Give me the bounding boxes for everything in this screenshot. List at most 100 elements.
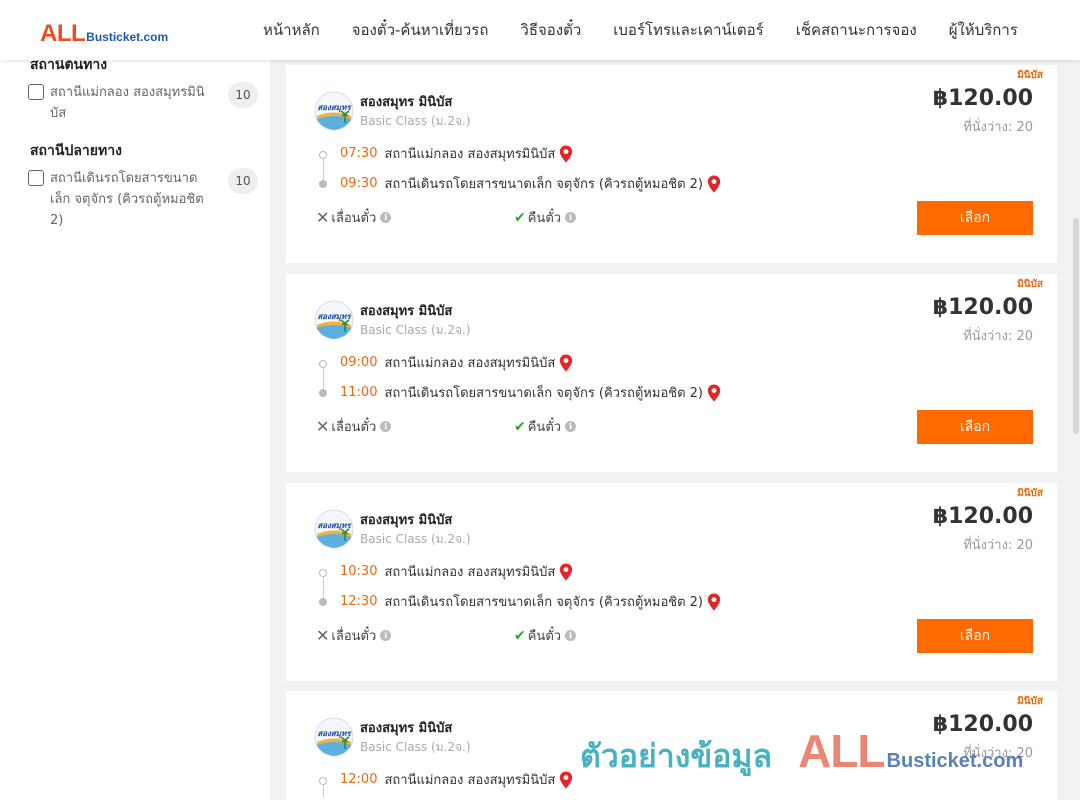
- logo-all-text: ALL: [40, 20, 86, 47]
- refund-policy: ✔ คืนตั๋ว i: [514, 416, 577, 437]
- bus-class: Basic Class (ม.2จ.): [360, 114, 471, 128]
- map-pin-icon[interactable]: [707, 593, 721, 611]
- select-trip-button[interactable]: เลือก: [917, 201, 1033, 235]
- info-icon[interactable]: i: [565, 630, 577, 641]
- operator-logo-icon: สองสมุทร: [314, 509, 354, 549]
- info-icon[interactable]: i: [565, 421, 577, 432]
- arrival-station: สถานีเดินรถโดยสารขนาดเล็ก จตุจักร (คิวรถ…: [384, 595, 703, 610]
- operator-name: สองสมุทร มินิบัส: [360, 95, 453, 110]
- departure-time: 12:00: [340, 772, 378, 787]
- operator-name: สองสมุทร มินิบัส: [360, 721, 453, 736]
- info-icon[interactable]: i: [380, 212, 392, 223]
- scrollbar-thumb[interactable]: [1073, 218, 1079, 434]
- refund-label: คืนตั๋ว: [527, 420, 562, 435]
- change-ticket-label: เลื่อนตั๋ว: [331, 629, 377, 644]
- select-trip-button[interactable]: เลือก: [917, 410, 1033, 444]
- info-icon[interactable]: i: [565, 212, 577, 223]
- select-trip-button[interactable]: เลือก: [917, 619, 1033, 653]
- vehicle-type-badge: มินิบัส: [1017, 488, 1043, 499]
- bus-class: Basic Class (ม.2จ.): [360, 323, 471, 337]
- arrival-stop: 09:30 สถานีเดินรถโดยสารขนาดเล็ก จตุจักร …: [340, 173, 721, 194]
- change-ticket-label: เลื่อนตั๋ว: [331, 211, 377, 226]
- ticket-price: ฿120.00: [932, 504, 1033, 529]
- change-ticket-policy: ✕ เลื่อนตั๋ว i: [316, 625, 392, 646]
- arrival-stop: 12:30 สถานีเดินรถโดยสารขนาดเล็ก จตุจักร …: [340, 591, 721, 612]
- dest-filter-count: 10: [228, 168, 258, 194]
- map-pin-icon[interactable]: [559, 771, 573, 789]
- arrival-station: สถานีเดินรถโดยสารขนาดเล็ก จตุจักร (คิวรถ…: [384, 386, 703, 401]
- departure-time: 07:30: [340, 146, 378, 161]
- operator-name: สองสมุทร มินิบัส: [360, 304, 453, 319]
- vehicle-type-badge: มินิบัส: [1017, 279, 1043, 290]
- departure-stop: 10:30 สถานีแม่กลอง สองสมุทรมินิบัส: [340, 561, 573, 582]
- trip-card: มินิบัส สองสมุทร สองสมุทร มินิบัส Basic …: [286, 483, 1057, 681]
- bus-class: Basic Class (ม.2จ.): [360, 532, 471, 546]
- nav-how-to-book[interactable]: วิธีจองตั๋ว: [520, 18, 581, 42]
- page-scrollbar[interactable]: [1072, 60, 1080, 800]
- change-ticket-policy: ✕ เลื่อนตั๋ว i: [316, 207, 392, 228]
- bus-class: Basic Class (ม.2จ.): [360, 740, 471, 754]
- refund-policy: ✔ คืนตั๋ว i: [514, 207, 577, 228]
- vehicle-type-badge: มินิบัส: [1017, 70, 1043, 81]
- main-nav: หน้าหลัก จองตั๋ว-ค้นหาเที่ยวรถ วิธีจองตั…: [247, 0, 1034, 60]
- cross-icon: ✕: [316, 417, 330, 436]
- info-icon[interactable]: i: [380, 421, 392, 432]
- info-icon[interactable]: i: [380, 630, 392, 641]
- map-pin-icon[interactable]: [707, 175, 721, 193]
- dest-checkbox[interactable]: [28, 170, 44, 186]
- dest-filter-label: สถานีเดินรถโดยสารขนาดเล็ก จตุจักร (คิวรถ…: [50, 171, 204, 228]
- nav-operators[interactable]: ผู้ให้บริการ: [949, 18, 1018, 42]
- dest-filter-option[interactable]: สถานีเดินรถโดยสารขนาดเล็ก จตุจักร (คิวรถ…: [28, 168, 258, 231]
- departure-stop: 07:30 สถานีแม่กลอง สองสมุทรมินิบัส: [340, 143, 573, 164]
- operator-logo-icon: สองสมุทร: [314, 91, 354, 131]
- departure-station: สถานีแม่กลอง สองสมุทรมินิบัส: [384, 773, 556, 788]
- check-icon: ✔: [514, 627, 526, 644]
- operator-logo-icon: สองสมุทร: [314, 300, 354, 340]
- operator-logo-icon: สองสมุทร: [314, 717, 354, 757]
- nav-book-ticket[interactable]: จองตั๋ว-ค้นหาเที่ยวรถ: [352, 18, 489, 42]
- refund-policy: ✔ คืนตั๋ว i: [514, 625, 577, 646]
- departure-station: สถานีแม่กลอง สองสมุทรมินิบัส: [384, 356, 556, 371]
- ticket-price: ฿120.00: [932, 295, 1033, 320]
- departure-time: 10:30: [340, 564, 378, 579]
- check-icon: ✔: [514, 209, 526, 226]
- seats-available: ที่นั่งว่าง: 20: [963, 538, 1033, 553]
- vehicle-type-badge: มินิบัส: [1017, 696, 1043, 707]
- origin-filter-count: 10: [228, 82, 258, 108]
- map-pin-icon[interactable]: [559, 145, 573, 163]
- route-timeline: [317, 151, 329, 188]
- arrival-station: สถานีเดินรถโดยสารขนาดเล็ก จตุจักร (คิวรถ…: [384, 177, 703, 192]
- ticket-price: ฿120.00: [932, 712, 1033, 737]
- arrival-time: 12:30: [340, 594, 378, 609]
- seats-available: ที่นั่งว่าง: 20: [963, 329, 1033, 344]
- seats-available: ที่นั่งว่าง: 20: [963, 746, 1033, 761]
- nav-check-booking[interactable]: เช็คสถานะการจอง: [796, 18, 917, 42]
- refund-label: คืนตั๋ว: [527, 629, 562, 644]
- route-timeline: [317, 777, 329, 797]
- origin-checkbox[interactable]: [28, 84, 44, 100]
- dest-filter-title: สถานีปลายทาง: [30, 143, 122, 159]
- nav-contact-counter[interactable]: เบอร์โทรและเคาน์เตอร์: [613, 18, 763, 42]
- map-pin-icon[interactable]: [559, 563, 573, 581]
- departure-station: สถานีแม่กลอง สองสมุทรมินิบัส: [384, 147, 556, 162]
- cross-icon: ✕: [316, 208, 330, 227]
- check-icon: ✔: [514, 418, 526, 435]
- nav-home[interactable]: หน้าหลัก: [263, 18, 320, 42]
- filter-sidebar: สถานีต้นทาง สถานีแม่กลอง สองสมุทรมินิบัส…: [0, 57, 270, 800]
- cross-icon: ✕: [316, 626, 330, 645]
- route-timeline: [317, 360, 329, 397]
- site-logo[interactable]: ALL Busticket.com: [40, 20, 168, 48]
- map-pin-icon[interactable]: [707, 384, 721, 402]
- trip-card: มินิบัส สองสมุทร สองสมุทร มินิบัส Basic …: [286, 65, 1057, 263]
- origin-filter-option[interactable]: สถานีแม่กลอง สองสมุทรมินิบัส 10: [28, 82, 258, 124]
- arrival-time: 09:30: [340, 176, 378, 191]
- operator-name: สองสมุทร มินิบัส: [360, 513, 453, 528]
- departure-station: สถานีแม่กลอง สองสมุทรมินิบัส: [384, 565, 556, 580]
- arrival-stop: 11:00 สถานีเดินรถโดยสารขนาดเล็ก จตุจักร …: [340, 382, 721, 403]
- departure-stop: 12:00 สถานีแม่กลอง สองสมุทรมินิบัส: [340, 769, 573, 790]
- map-pin-icon[interactable]: [559, 354, 573, 372]
- change-ticket-label: เลื่อนตั๋ว: [331, 420, 377, 435]
- site-header: ALL Busticket.com หน้าหลัก จองตั๋ว-ค้นหา…: [0, 0, 1080, 60]
- route-timeline: [317, 569, 329, 606]
- departure-time: 09:00: [340, 355, 378, 370]
